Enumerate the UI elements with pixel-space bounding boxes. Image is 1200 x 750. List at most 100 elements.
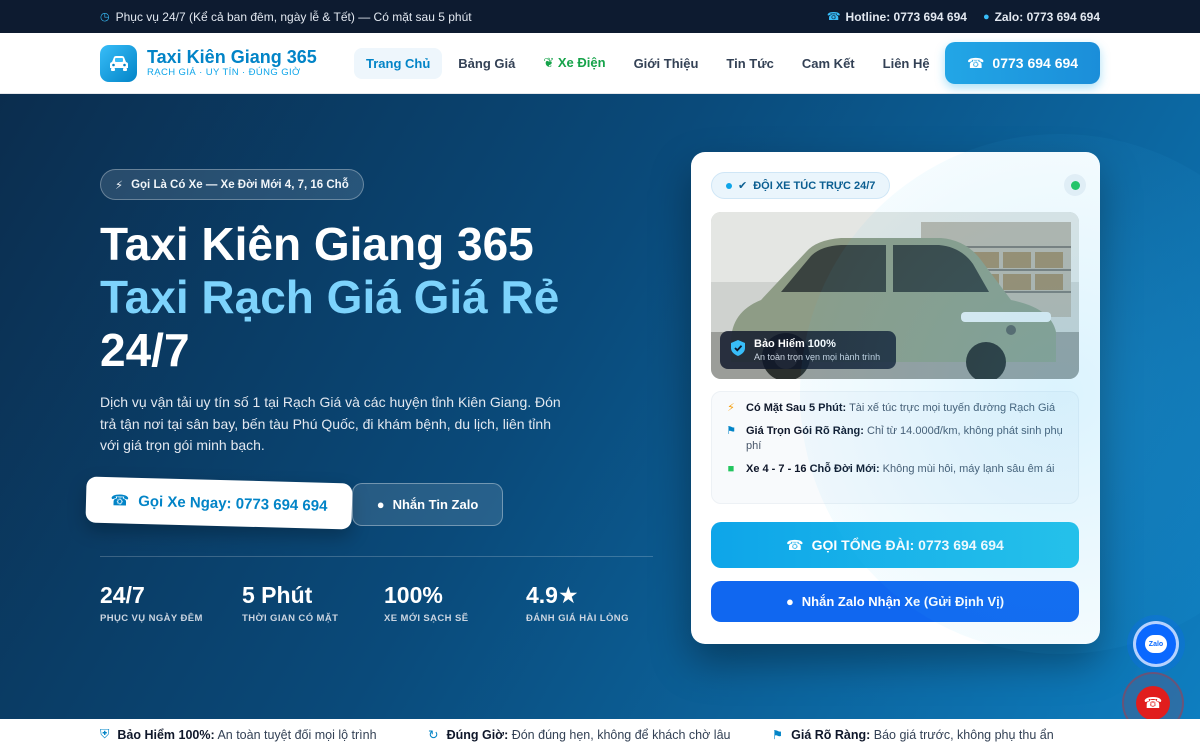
hero-call-button[interactable]: ☎ Gọi Xe Ngay: 0773 694 694 [85,476,353,530]
nav-commitment[interactable]: Cam Kết [790,48,867,79]
hero-title: Taxi Kiên Giang 365 Taxi Rạch Giá Giá Rẻ… [100,218,660,377]
hero-stats: 24/7 PHỤC VỤ NGÀY ĐÊM 5 Phút THỜI GIAN C… [100,581,668,624]
feature-title: Có Mặt Sau 5 Phút: [746,402,847,414]
feature-text: Tài xế túc trực mọi tuyến đường Rạch Giá [846,402,1056,414]
zalo-text: Zalo: 0773 694 694 [994,9,1100,24]
menu: Trang Chủ Bảng Giá ❦ Xe Điện Giới Thiệu … [354,47,945,79]
feature-title: Xe 4 - 7 - 16 Chỗ Đời Mới: [746,463,880,475]
stat-item: 100% XE MỚI SẠCH SẼ [384,581,526,624]
zalo-location-label: Nhắn Zalo Nhận Xe (Gửi Định Vị) [801,594,1005,609]
insurance-title: Bảo Hiểm 100% [754,337,836,350]
price-tag-icon: ⚑ [726,425,736,437]
phone-icon: ☎ [826,11,841,23]
trust-item: ↻ Đúng Giờ: Đón đúng hẹn, không để khách… [428,727,772,743]
hero-title-line1: Taxi Kiên Giang 365 [100,218,534,270]
trust-strip: ⛨ Bảo Hiểm 100%: An toàn tuyệt đối mọi l… [0,719,1200,750]
trust-item: ⛨ Bảo Hiểm 100%: An toàn tuyệt đối mọi l… [100,727,428,742]
floating-zalo-button[interactable]: Zalo [1133,621,1179,667]
shield-check-icon: ✔ [738,180,748,192]
stat-label: ĐÁNH GIÁ HÀI LÒNG [526,613,629,624]
hero-zalo-label: Nhắn Tin Zalo [392,497,479,512]
floating-call-button[interactable]: ☎ [1136,686,1170,720]
phone-icon: ☎ [110,492,130,510]
shield-icon: ⛨ [100,727,110,741]
trust-title: Bảo Hiểm 100%: [117,727,215,742]
nav-home[interactable]: Trang Chủ [354,47,443,79]
hero-call-label: Gọi Xe Ngay: 0773 694 694 [138,492,328,515]
taxi-car-icon [100,44,137,82]
dot-icon [726,182,732,189]
online-status-indicator [1064,174,1086,196]
hero-description: Dịch vụ vận tải uy tín số 1 tại Rạch Giá… [100,394,561,453]
phone-icon: ☎ [786,536,804,553]
feature-text: Không mùi hôi, máy lạnh sâu êm ái [879,463,1055,475]
brand-name: Taxi Kiên Giang 365 [147,47,317,67]
stat-item: 4.9★ ĐÁNH GIÁ HÀI LÒNG [526,581,668,624]
feature-title: Giá Trọn Gói Rõ Ràng: [746,425,864,437]
hotline-call-label: GỌI TỔNG ĐÀI: 0773 694 694 [811,537,1004,553]
car-icon: ■ [727,463,735,475]
hotline-call-button[interactable]: ☎ GỌI TỔNG ĐÀI: 0773 694 694 [711,522,1079,568]
nav-electric-car[interactable]: ❦ Xe Điện [531,47,617,79]
zalo-link[interactable]: ● Zalo: 0773 694 694 [983,10,1100,24]
lightning-icon: ⚡ [727,402,735,414]
phone-icon: ☎ [966,54,985,71]
nav-contact[interactable]: Liên Hệ [871,48,942,79]
brand-logo-link[interactable]: Taxi Kiên Giang 365 RẠCH GIÁ · UY TÍN · … [100,44,354,82]
hotline-link[interactable]: ☎ Hotline: 0773 694 694 [827,10,967,24]
trust-title: Giá Rõ Ràng: [791,727,871,742]
trust-item: ⚑ Giá Rõ Ràng: Báo giá trước, không phụ … [771,727,1100,743]
list-item: ■ Xe 4 - 7 - 16 Chỗ Đời Mới: Không mùi h… [724,462,1066,477]
chat-icon: ● [785,594,794,609]
stat-label: XE MỚI SẠCH SẼ [384,613,469,624]
status-dot-icon [1070,180,1080,190]
hero-divider [100,556,653,557]
price-tag-icon: ⚑ [771,728,784,742]
nav-call-button[interactable]: ☎ 0773 694 694 [945,42,1100,84]
hero-badge-text: Gọi Là Có Xe — Xe Đời Mới 4, 7, 16 Chỗ [131,178,349,191]
list-item: ⚑ Giá Trọn Gói Rõ Ràng: Chỉ từ 14.000đ/k… [724,424,1066,454]
stat-item: 5 Phút THỜI GIAN CÓ MẶT [242,581,384,624]
nav-pricing[interactable]: Bảng Giá [446,48,527,79]
stat-label: THỜI GIAN CÓ MẶT [242,613,339,624]
fleet-tag-text: ĐỘI XE TÚC TRỰC 24/7 [753,179,876,192]
trust-title: Đúng Giờ: [446,727,509,742]
service-hours-text: Phục vụ 24/7 (Kể cả ban đêm, ngày lễ & T… [115,9,472,24]
stat-label: PHỤC VỤ NGÀY ĐÊM [100,613,203,624]
trust-text: Báo giá trước, không phụ thu ẩn [870,727,1054,742]
insurance-subtitle: An toàn trọn vẹn mọi hành trình [754,351,881,362]
leaf-icon: ❦ [543,55,558,70]
main-navigation: Taxi Kiên Giang 365 RẠCH GIÁ · UY TÍN · … [0,33,1200,94]
clock-icon: ◷ [100,11,110,23]
insurance-badge: Bảo Hiểm 100% An toàn trọn vẹn mọi hành … [720,331,896,369]
nav-news[interactable]: Tin Tức [714,48,785,79]
stat-value: 24/7 [100,582,145,608]
hero-section: ⚡ Gọi Là Có Xe — Xe Đời Mới 4, 7, 16 Chỗ… [0,94,1200,719]
zalo-icon: Zalo [1145,635,1167,653]
chat-icon: ● [982,10,990,23]
hero-title-line3: 24/7 [100,324,190,376]
hotline-text: Hotline: 0773 694 694 [845,9,967,24]
feature-list: ⚡ Có Mặt Sau 5 Phút: Tài xế túc trực mọi… [711,391,1079,504]
nav-electric-car-label: Xe Điện [557,55,606,70]
trust-text: An toàn tuyệt đối mọi lộ trình [214,727,377,742]
lightning-icon: ⚡ [115,179,124,192]
stat-value: 4.9★ [526,582,579,608]
chat-icon: ● [376,497,385,512]
hero-zalo-button[interactable]: ● Nhắn Tin Zalo [352,483,503,526]
trust-text: Đón đúng hẹn, không để khách chờ lâu [508,727,731,742]
top-info-bar: ◷ Phục vụ 24/7 (Kể cả ban đêm, ngày lễ &… [0,0,1200,33]
stat-value: 100% [384,582,443,608]
nav-call-label: 0773 694 694 [992,55,1079,71]
history-clock-icon: ↻ [428,728,439,742]
booking-card: ✔ ĐỘI XE TÚC TRỰC 24/7 Bảo Hiểm 100% An … [691,152,1100,644]
nav-about[interactable]: Giới Thiệu [622,48,711,79]
brand-tagline: RẠCH GIÁ · UY TÍN · ĐÚNG GIỜ [147,67,301,78]
shield-icon [730,339,746,362]
list-item: ⚡ Có Mặt Sau 5 Phút: Tài xế túc trực mọi… [724,401,1066,416]
phone-icon: ☎ [1143,695,1163,712]
zalo-location-button[interactable]: ● Nhắn Zalo Nhận Xe (Gửi Định Vị) [711,581,1079,622]
fleet-tag: ✔ ĐỘI XE TÚC TRỰC 24/7 [711,172,891,199]
stat-item: 24/7 PHỤC VỤ NGÀY ĐÊM [100,581,242,624]
hero-badge: ⚡ Gọi Là Có Xe — Xe Đời Mới 4, 7, 16 Chỗ [100,169,364,200]
